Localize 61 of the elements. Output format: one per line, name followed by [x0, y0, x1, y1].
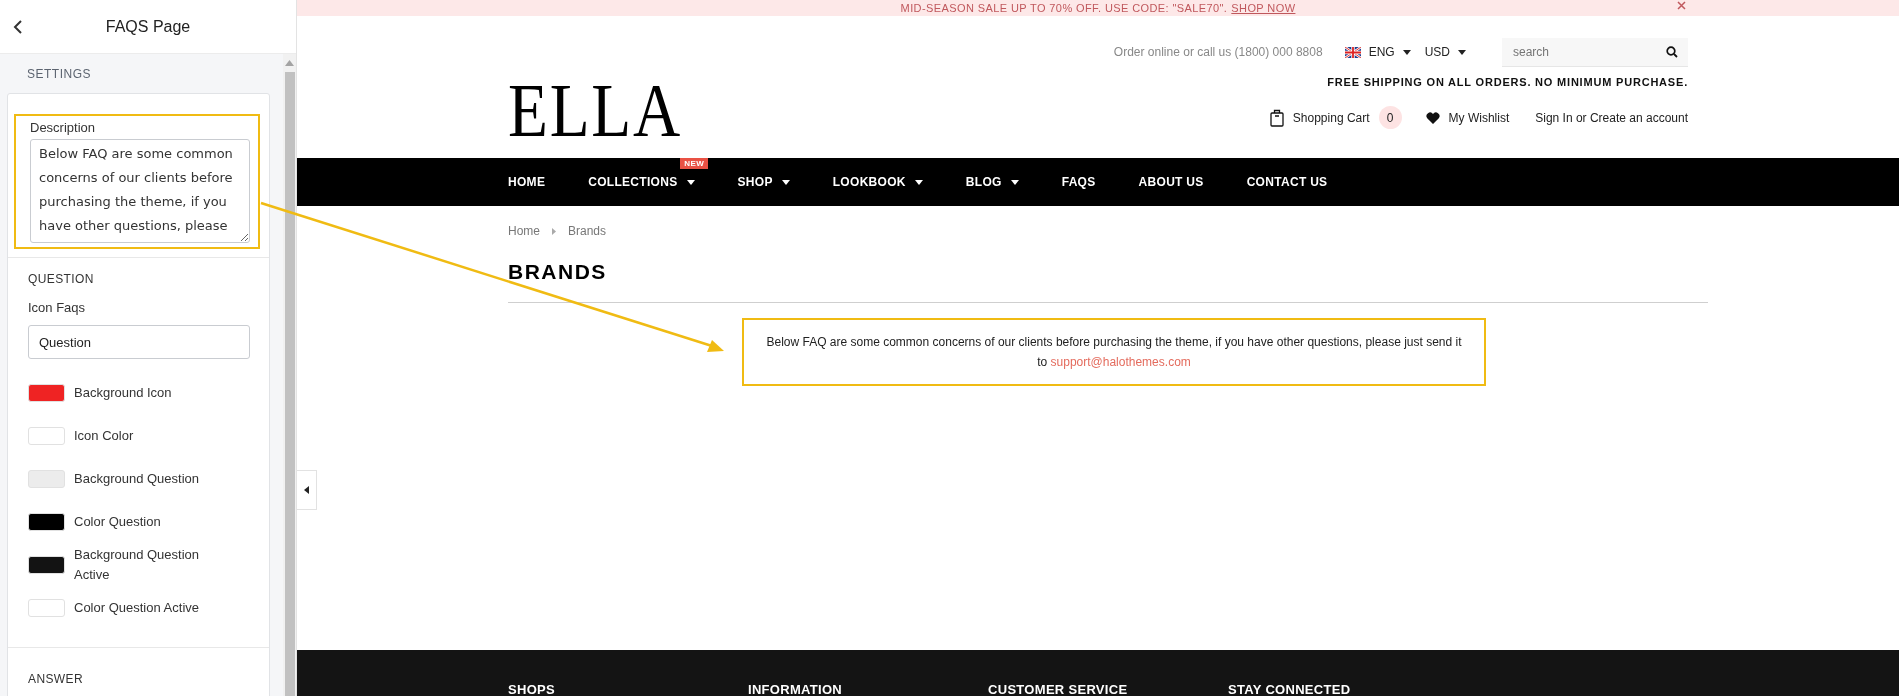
description-field[interactable]: Below FAQ are some common concerns of our clients before purchasing the theme, if you have other questions, please: [30, 139, 250, 243]
field-label: Icon Faqs: [28, 300, 87, 315]
collapse-icon[interactable]: [304, 486, 309, 494]
footer-heading: SHOPS: [508, 682, 556, 696]
cart-link[interactable]: Shopping Cart: [1292, 110, 1370, 125]
color-swatch[interactable]: [28, 383, 65, 402]
account-link[interactable]: Sign In or Create an account: [1535, 110, 1688, 125]
section-label: SETTINGS: [26, 66, 92, 83]
shopping-bag-icon[interactable]: [1269, 108, 1284, 127]
promo-text: MID-SEASON SALE UP TO 70% OFF. USE CODE: "SALE70".: [900, 2, 1228, 14]
breadcrumb-link[interactable]: Home: [508, 224, 540, 238]
shop-now-link[interactable]: SHOP NOW: [1231, 2, 1296, 14]
chevron-icon: [552, 227, 556, 235]
back-icon[interactable]: [12, 19, 24, 35]
color-label: Background Question Active: [74, 545, 201, 584]
section-heading: QUESTION: [28, 272, 95, 286]
nav-item[interactable]: CONTACT US: [1246, 175, 1328, 189]
intro-text: Below FAQ are some common concerns of our clients before purchasing the theme, if you have other questions, please just send it to support@halothemes.com: [765, 334, 1463, 371]
caret-icon: [1402, 49, 1411, 55]
color-swatch[interactable]: [28, 469, 65, 488]
panel-title: FAQS Page: [105, 17, 191, 36]
contact-text: Order online or call us (1800) 000 8808: [1113, 45, 1323, 59]
store-logo[interactable]: ELLA: [508, 72, 682, 158]
nav-item[interactable]: LOOKBOOK: [832, 175, 906, 189]
nav-item[interactable]: COLLECTIONS: [588, 175, 678, 189]
color-label: Icon Color: [74, 426, 135, 445]
color-label: Background Question: [74, 469, 201, 488]
color-swatch[interactable]: [28, 426, 65, 445]
heart-icon[interactable]: [1425, 111, 1440, 124]
input-field[interactable]: Question: [28, 325, 250, 359]
nav-item[interactable]: ABOUT US: [1138, 175, 1204, 189]
collapse-panel-button[interactable]: [297, 470, 317, 510]
color-label: Color Question Active: [74, 598, 200, 617]
language-selector[interactable]: ENG: [1368, 45, 1395, 59]
cart-count-badge: 0: [1378, 106, 1402, 129]
color-label: Color Question: [74, 512, 162, 531]
close-icon[interactable]: [1677, 1, 1686, 10]
scrollbar[interactable]: [283, 54, 296, 696]
page-title: BRANDS: [508, 260, 608, 284]
breadcrumb-link[interactable]: Brands: [568, 224, 607, 238]
caret-icon: [1458, 49, 1466, 55]
field-label: Description: [30, 120, 97, 135]
color-swatch[interactable]: [28, 512, 65, 531]
footer-heading: STAY CONNECTED: [1228, 682, 1352, 696]
footer-heading: CUSTOMER SERVICE: [988, 682, 1129, 696]
shipping-note: FREE SHIPPING ON ALL ORDERS. NO MINIMUM PURCHASE.: [1327, 76, 1688, 88]
footer-heading: INFORMATION: [748, 682, 844, 696]
search-field[interactable]: search: [1502, 37, 1688, 67]
new-badge: NEW: [680, 158, 709, 169]
color-swatch[interactable]: [28, 555, 65, 574]
nav-item[interactable]: SHOP: [737, 175, 773, 189]
nav-item[interactable]: HOME: [508, 175, 546, 189]
nav-item[interactable]: BLOG: [965, 175, 1002, 189]
section-heading: ANSWER: [28, 672, 85, 686]
currency-selector[interactable]: USD: [1424, 45, 1450, 59]
color-swatch[interactable]: [28, 598, 65, 617]
flag-icon: [1344, 46, 1361, 58]
wishlist-link[interactable]: My Wishlist: [1448, 110, 1510, 125]
search-icon[interactable]: [1666, 45, 1678, 58]
color-label: Background Icon: [74, 383, 173, 402]
nav-item[interactable]: FAQS: [1061, 175, 1096, 189]
